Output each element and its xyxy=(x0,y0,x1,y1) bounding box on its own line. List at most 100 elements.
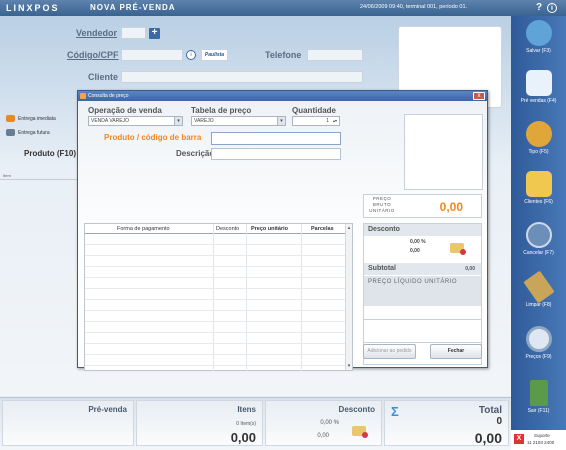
support-phone: 11 2103 2400 xyxy=(527,440,555,445)
sidebar-item-limpar[interactable]: Limpar (F8) xyxy=(511,270,566,308)
entrega-futura-option[interactable]: Entrega futura xyxy=(6,129,50,136)
stepper-arrows-icon[interactable]: ▴▾ xyxy=(331,117,339,125)
dialog-close-button[interactable]: x xyxy=(473,92,485,100)
telefone-label: Telefone xyxy=(265,50,302,60)
support-badge[interactable]: X Suporte 11 2103 2400 xyxy=(511,430,566,450)
table-row[interactable] xyxy=(85,245,346,256)
sidebar-label-clientes: Clientes (F6) xyxy=(524,199,553,205)
table-row[interactable] xyxy=(85,234,346,245)
tabela-select[interactable]: VAREJO ▾ xyxy=(191,116,286,126)
adicionar-pedido-button[interactable]: Adicionar ao pedido xyxy=(363,344,416,359)
itens-value: 0,00 xyxy=(230,430,256,445)
sidebar-item-salvar[interactable]: Salvar (F3) xyxy=(511,20,566,54)
desconto-value: 0,00 xyxy=(317,433,329,439)
entrega-imediata-option[interactable]: Entrega imediata xyxy=(6,115,56,122)
item-column-header: Item xyxy=(0,170,80,180)
table-row[interactable] xyxy=(85,311,346,322)
add-vendedor-button[interactable]: + xyxy=(149,28,160,39)
grid-header: Forma de pagamento Desconto Preço unitár… xyxy=(85,224,346,234)
col-parcelas: Parcelas xyxy=(311,226,334,232)
total-value: 0,00 xyxy=(474,430,502,446)
table-row[interactable] xyxy=(85,300,346,311)
info-icon[interactable]: i xyxy=(547,3,557,13)
operacao-select[interactable]: VENDA VAREJO ▾ xyxy=(88,116,183,126)
chevron-down-icon[interactable]: ▾ xyxy=(277,117,285,125)
sidebar-item-precos[interactable]: Preços (F9) xyxy=(511,326,566,360)
sidebar-label-prevendas: Pré vendas (F4) xyxy=(520,98,557,104)
table-row[interactable] xyxy=(85,267,346,278)
itens-label: Itens xyxy=(237,405,256,414)
dialog-title-bar[interactable]: Consulta de preço x xyxy=(78,91,487,101)
table-row[interactable] xyxy=(85,289,346,300)
quantidade-label: Quantidade xyxy=(292,106,337,115)
table-row[interactable] xyxy=(85,344,346,355)
quantidade-stepper[interactable]: 1 ▴▾ xyxy=(292,116,340,126)
desconto-box: Desconto 0,00 % 0,00 xyxy=(265,400,382,446)
telefone-field[interactable] xyxy=(307,49,363,61)
preco-liquido-box: PREÇO LÍQUIDO UNITÁRIO xyxy=(364,276,481,306)
discount-coupon-icon[interactable] xyxy=(450,243,466,255)
info-icon[interactable]: i xyxy=(186,50,196,60)
nota-paulista-logo[interactable]: Paulista xyxy=(201,49,228,61)
folder-users-icon xyxy=(525,171,552,197)
fechar-button[interactable]: Fechar xyxy=(430,344,482,359)
desconto-label: Desconto xyxy=(338,405,375,414)
itens-box: Itens 0 Item(s) 0,00 xyxy=(136,400,263,446)
entrega-futura-label: Entrega futura xyxy=(18,129,50,136)
delivery-later-icon xyxy=(6,129,15,136)
divider xyxy=(364,342,481,343)
codigo-field[interactable] xyxy=(121,49,183,61)
help-icon[interactable]: ? xyxy=(533,2,545,14)
status-text: 24/06/2009 09:40, terminal 001, período … xyxy=(360,4,468,10)
dialog-title: Consulta de preço xyxy=(88,93,129,99)
subtotal-value: 0,00 xyxy=(465,266,475,272)
table-row[interactable] xyxy=(85,278,346,289)
grid-scrollbar[interactable]: ▴ ▾ xyxy=(345,224,352,370)
codigo-label: Código/CPF xyxy=(67,50,119,60)
divider xyxy=(364,319,481,320)
preco-bruto-panel: PREÇO BRUTO UNITÁRIO 0,00 xyxy=(363,194,482,218)
sidebar-item-clientes[interactable]: Clientes (F6) xyxy=(511,171,566,205)
desconto-pct: 0,00 % xyxy=(320,420,339,426)
scroll-down-icon[interactable]: ▾ xyxy=(346,363,352,369)
col-forma-pagamento: Forma de pagamento xyxy=(117,226,170,232)
sigma-icon: Σ xyxy=(391,404,399,419)
table-row[interactable] xyxy=(85,355,346,366)
preco-bruto-value: 0,00 xyxy=(439,200,463,214)
sidebar-item-sair[interactable]: Sair (F11) xyxy=(511,380,566,414)
preco-bruto-label: PREÇO BRUTO UNITÁRIO xyxy=(369,196,395,213)
produto-input[interactable] xyxy=(211,132,341,145)
operacao-value: VENDA VAREJO xyxy=(91,118,129,124)
delivery-now-icon xyxy=(6,115,15,122)
sidebar-item-prevendas[interactable]: Pré vendas (F4) xyxy=(511,70,566,104)
col-preco-unitario: Preço unitário xyxy=(251,226,288,232)
magnifier-icon xyxy=(525,326,552,352)
produto-header[interactable]: Produto (F10) xyxy=(0,146,80,162)
sidebar-label-tipo: Tipo (F5) xyxy=(528,149,549,155)
sidebar-item-cancelar[interactable]: Cancelar (F7) xyxy=(511,222,566,256)
app-logo: LINXPOS xyxy=(6,3,60,13)
exit-door-icon xyxy=(529,380,548,406)
dialog-body: Operação de venda VENDA VAREJO ▾ Tabela … xyxy=(78,101,487,371)
price-lookup-dialog: Consulta de preço x Operação de venda VE… xyxy=(77,90,488,371)
tabela-value: VAREJO xyxy=(194,118,214,124)
vendedor-field[interactable] xyxy=(121,27,146,39)
subtotal-row: Subtotal 0,00 xyxy=(364,263,481,275)
payment-grid[interactable]: Forma de pagamento Desconto Preço unitár… xyxy=(84,223,353,371)
title-bar: LINXPOS NOVA PRÉ-VENDA 24/06/2009 09:40,… xyxy=(0,0,566,16)
total-box: Σ Total 0 0,00 xyxy=(384,400,509,446)
discount-coupon-icon[interactable] xyxy=(352,426,368,438)
itens-count: 0 Item(s) xyxy=(236,421,256,427)
sidebar-item-tipo[interactable]: Tipo (F5) xyxy=(511,121,566,155)
scroll-up-icon[interactable]: ▴ xyxy=(346,225,352,231)
table-row[interactable] xyxy=(85,333,346,344)
chevron-down-icon[interactable]: ▾ xyxy=(174,117,182,125)
cliente-field[interactable] xyxy=(121,71,363,83)
table-row[interactable] xyxy=(85,256,346,267)
sidebar-label-cancelar: Cancelar (F7) xyxy=(523,250,554,256)
people-icon xyxy=(525,121,552,147)
table-row[interactable] xyxy=(85,322,346,333)
save-icon xyxy=(525,20,552,46)
function-sidebar: Salvar (F3) Pré vendas (F4) Tipo (F5) Cl… xyxy=(511,16,566,450)
sidebar-label-salvar: Salvar (F3) xyxy=(526,48,551,54)
